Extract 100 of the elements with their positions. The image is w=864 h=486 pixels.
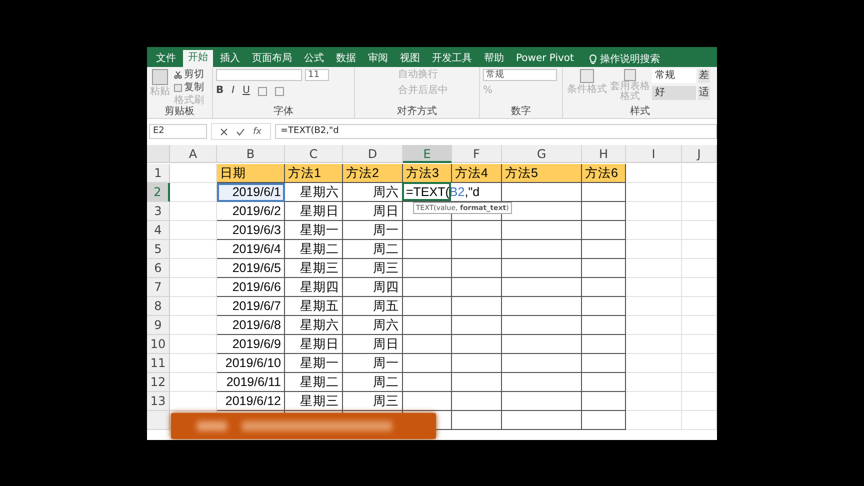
column-header[interactable]: G bbox=[502, 145, 582, 163]
table-cell: 周一 bbox=[343, 221, 403, 240]
table-cell: 周日 bbox=[343, 335, 403, 354]
column-header[interactable]: J bbox=[682, 145, 717, 163]
table-cell: 周四 bbox=[343, 278, 403, 297]
enter-icon[interactable] bbox=[236, 128, 245, 136]
table-cell: 2019/6/6 bbox=[217, 278, 285, 297]
cancel-icon[interactable] bbox=[220, 128, 228, 136]
font-name-field[interactable] bbox=[216, 69, 302, 81]
cell-style[interactable]: 差 bbox=[698, 69, 710, 83]
name-box[interactable]: E2 bbox=[149, 124, 207, 139]
tell-me-search[interactable]: 操作说明搜索 bbox=[600, 52, 660, 66]
header-cell: 方法2 bbox=[343, 164, 403, 183]
ribbon-tab[interactable]: 插入 bbox=[215, 51, 245, 67]
table-cell: 2019/6/2 bbox=[217, 202, 285, 221]
header-cell: 方法4 bbox=[452, 164, 502, 183]
table-cell: 星期二 bbox=[285, 240, 343, 259]
table-cell: 周一 bbox=[343, 354, 403, 373]
table-cell: 2019/6/10 bbox=[217, 354, 285, 373]
ribbon-tab[interactable]: 视图 bbox=[395, 51, 425, 67]
table-cell: 2019/6/8 bbox=[217, 316, 285, 335]
row-header[interactable]: 10 bbox=[147, 335, 170, 354]
font-size-field[interactable]: 11 bbox=[305, 69, 329, 81]
ribbon-tab[interactable]: 审阅 bbox=[363, 51, 393, 67]
table-cell: 2019/6/5 bbox=[217, 259, 285, 278]
row-header[interactable]: 7 bbox=[147, 278, 170, 297]
table-cell: 星期四 bbox=[285, 278, 343, 297]
row-header[interactable]: 6 bbox=[147, 259, 170, 278]
fill-color-icon[interactable] bbox=[274, 86, 284, 96]
table-cell: 周三 bbox=[343, 259, 403, 278]
column-header[interactable]: H bbox=[582, 145, 626, 163]
row-header[interactable]: 13 bbox=[147, 392, 170, 411]
ribbon-tab[interactable]: Power Pivot bbox=[511, 51, 579, 67]
row-header[interactable]: 8 bbox=[147, 297, 170, 316]
table-cell: 周日 bbox=[343, 202, 403, 221]
column-header[interactable]: A bbox=[170, 145, 217, 163]
row-header[interactable]: 3 bbox=[147, 202, 170, 221]
cell-style[interactable]: 好 bbox=[652, 86, 696, 100]
ribbon-tab[interactable]: 开始 bbox=[183, 50, 213, 67]
table-cell: 星期三 bbox=[285, 392, 343, 411]
table-cell: 星期二 bbox=[285, 373, 343, 392]
ribbon-tab[interactable]: 开发工具 bbox=[427, 51, 477, 67]
underline-button[interactable]: U bbox=[242, 85, 250, 97]
column-header[interactable]: I bbox=[626, 145, 682, 163]
row-header[interactable]: 4 bbox=[147, 221, 170, 240]
table-cell: 星期六 bbox=[285, 316, 343, 335]
scissors-icon bbox=[174, 71, 182, 79]
table-cell: 星期三 bbox=[285, 259, 343, 278]
table-cell: 星期日 bbox=[285, 202, 343, 221]
header-cell: 方法1 bbox=[285, 164, 343, 183]
row-header[interactable]: 2 bbox=[147, 183, 170, 202]
header-cell: 方法6 bbox=[582, 164, 626, 183]
italic-button[interactable]: I bbox=[232, 85, 235, 97]
ribbon-tab[interactable]: 文件 bbox=[151, 51, 181, 67]
table-cell: 2019/6/12 bbox=[217, 392, 285, 411]
table-cell: 2019/6/4 bbox=[217, 240, 285, 259]
formula-field[interactable]: =TEXT(B2,"d bbox=[274, 124, 717, 139]
header-cell: 方法5 bbox=[502, 164, 582, 183]
table-cell: 周五 bbox=[343, 297, 403, 316]
table-cell: 2019/6/7 bbox=[217, 297, 285, 316]
column-header[interactable]: F bbox=[452, 145, 502, 163]
copy-button[interactable]: 复制 bbox=[174, 82, 204, 94]
ribbon-tab[interactable]: 页面布局 bbox=[247, 51, 297, 67]
row-header[interactable]: 5 bbox=[147, 240, 170, 259]
insert-function-button[interactable]: fx bbox=[253, 126, 262, 136]
table-cell: 周六 bbox=[343, 183, 403, 202]
table-cell: 2019/6/1 bbox=[217, 183, 285, 202]
table-cell: 星期一 bbox=[285, 354, 343, 373]
table-cell: 星期一 bbox=[285, 221, 343, 240]
header-cell: 方法3 bbox=[403, 164, 452, 183]
header-cell: 日期 bbox=[217, 164, 285, 183]
column-header[interactable]: B bbox=[217, 145, 285, 163]
ribbon-tab[interactable]: 公式 bbox=[299, 51, 329, 67]
column-header[interactable]: E bbox=[403, 145, 452, 163]
row-header[interactable]: 9 bbox=[147, 316, 170, 335]
ribbon-tab[interactable]: 帮助 bbox=[479, 51, 509, 67]
table-cell: 周六 bbox=[343, 316, 403, 335]
cell-style[interactable]: 适 bbox=[698, 86, 710, 100]
table-cell: 周二 bbox=[343, 240, 403, 259]
table-cell: 2019/6/3 bbox=[217, 221, 285, 240]
ribbon-tab[interactable]: 数据 bbox=[331, 51, 361, 67]
column-header[interactable]: D bbox=[343, 145, 403, 163]
row-header[interactable]: 1 bbox=[147, 164, 170, 183]
cell-style[interactable]: 常规 bbox=[652, 69, 696, 83]
group-label: 对齐方式 bbox=[396, 106, 438, 118]
border-icon[interactable] bbox=[258, 86, 267, 96]
group-label: 剪贴板 bbox=[164, 106, 196, 118]
row-header[interactable]: 12 bbox=[147, 373, 170, 392]
group-label: 字体 bbox=[272, 106, 294, 118]
table-cell: 星期五 bbox=[285, 297, 343, 316]
lightbulb-icon bbox=[588, 54, 597, 64]
row-header[interactable]: 11 bbox=[147, 354, 170, 373]
bold-button[interactable]: B bbox=[216, 85, 224, 97]
number-format-field[interactable]: 常规 bbox=[483, 69, 557, 81]
table-cell: 周二 bbox=[343, 373, 403, 392]
column-header[interactable]: C bbox=[285, 145, 343, 163]
table-cell: 2019/6/9 bbox=[217, 335, 285, 354]
group-label: 样式 bbox=[629, 106, 651, 118]
table-cell: 2019/6/11 bbox=[217, 373, 285, 392]
table-cell: 星期六 bbox=[285, 183, 343, 202]
